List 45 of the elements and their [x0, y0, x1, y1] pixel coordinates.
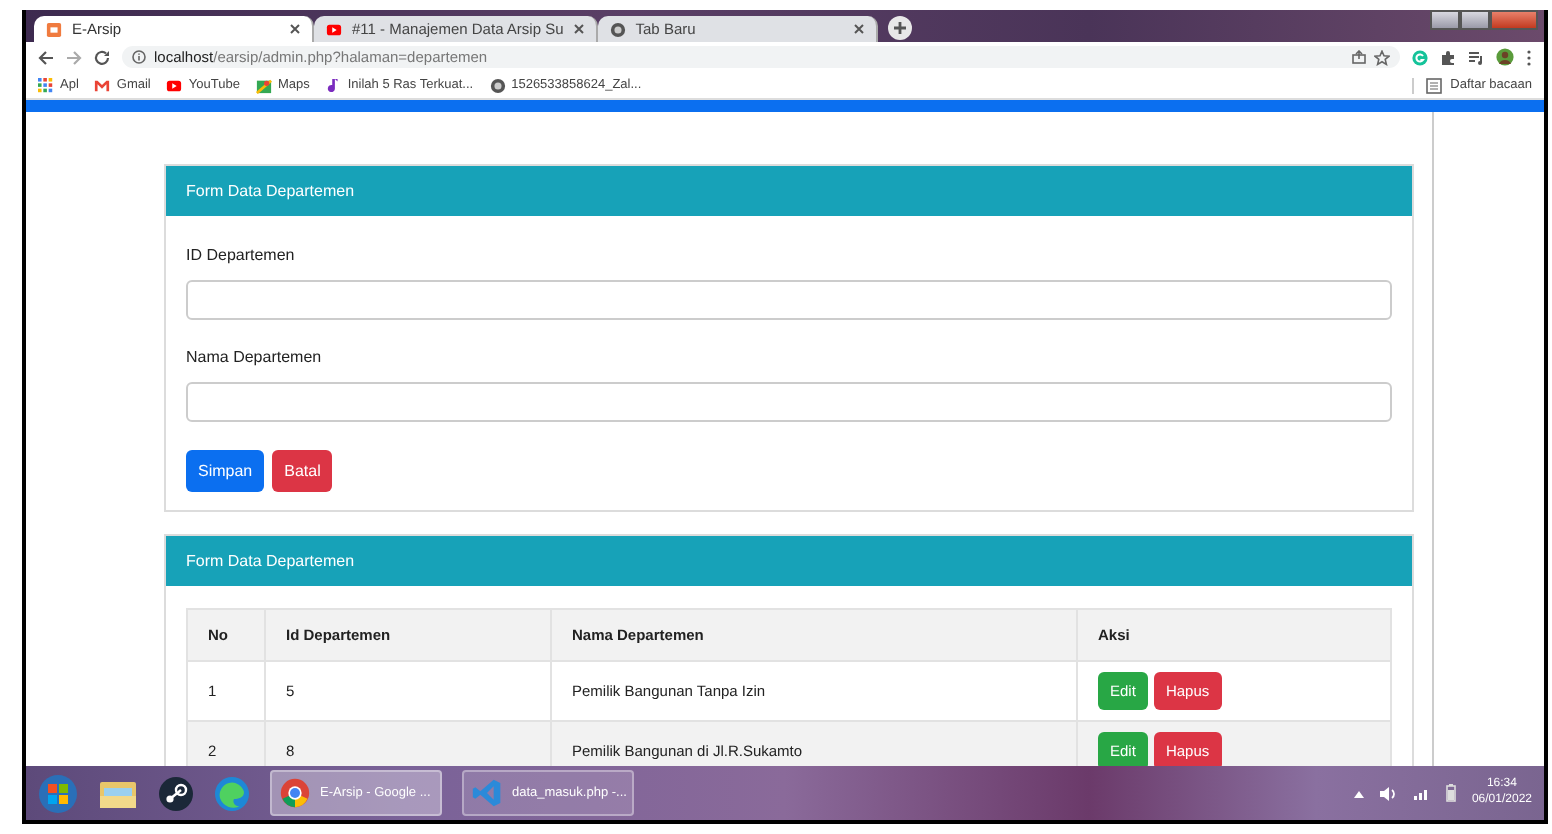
minimize-button[interactable]	[1430, 10, 1460, 30]
cancel-button[interactable]: Batal	[272, 450, 333, 492]
video-icon	[166, 77, 183, 93]
globe-icon	[609, 21, 626, 37]
close-icon[interactable]	[290, 24, 300, 34]
more-menu-icon[interactable]	[1526, 49, 1532, 65]
input-field[interactable]	[186, 382, 1392, 422]
reading-list-icon	[1426, 77, 1443, 93]
archive-icon	[46, 21, 62, 37]
close-icon[interactable]	[853, 24, 864, 34]
video-icon	[326, 21, 342, 37]
puzzle-icon[interactable]	[1440, 49, 1456, 65]
card-header: Form Data Departemen	[166, 536, 1412, 586]
battery-icon[interactable]	[1445, 784, 1456, 802]
avatar-icon[interactable]	[1496, 48, 1514, 66]
reload-icon[interactable]	[94, 49, 110, 65]
info-icon	[132, 50, 146, 64]
start-button[interactable]	[38, 773, 78, 813]
back-icon[interactable]	[38, 49, 54, 65]
field-label: ID Departemen	[186, 246, 297, 264]
signal-icon[interactable]	[1413, 786, 1430, 800]
code-editor-icon	[472, 778, 502, 808]
share-icon[interactable]	[1352, 50, 1366, 64]
save-button[interactable]: Simpan	[186, 450, 265, 492]
close-button[interactable]	[1490, 10, 1538, 30]
card-header: Form Data Departemen	[166, 166, 1412, 216]
chrome-icon	[280, 778, 310, 808]
plus-icon	[893, 22, 906, 34]
input-field[interactable]	[186, 280, 1392, 320]
map-icon	[255, 77, 272, 93]
maximize-button[interactable]	[1460, 10, 1490, 30]
tray-arrow-icon[interactable]	[1353, 789, 1364, 797]
apps-icon	[38, 77, 54, 93]
playlist-icon[interactable]	[1468, 49, 1484, 65]
music-note-icon	[325, 77, 342, 93]
field-label: Nama Departemen	[186, 348, 324, 366]
browser-icon[interactable]	[214, 775, 250, 811]
mail-icon	[94, 77, 111, 93]
gamepad-logo-icon[interactable]	[158, 775, 194, 811]
volume-icon[interactable]	[1379, 785, 1398, 801]
close-icon[interactable]	[573, 24, 584, 34]
new-tab-button[interactable]	[887, 16, 912, 40]
folder-icon[interactable]	[98, 777, 138, 809]
globe-icon	[489, 77, 506, 93]
star-icon[interactable]	[1374, 49, 1390, 65]
